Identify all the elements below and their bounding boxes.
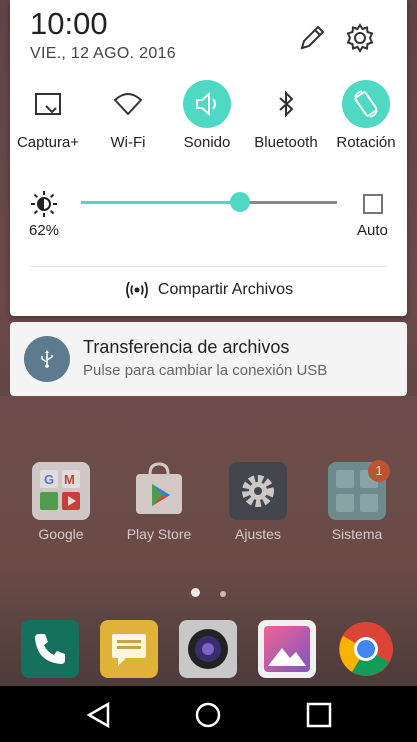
tile-label: Captura+ [16, 134, 80, 151]
messages-icon[interactable] [100, 620, 158, 678]
tile-rotacion[interactable]: Rotación [326, 80, 406, 151]
brightness-slider[interactable] [81, 192, 337, 212]
app-label: Play Store [126, 526, 192, 542]
tile-label: Rotación [336, 134, 396, 151]
app-label: Sistema [331, 526, 383, 542]
usb-notification[interactable]: Transferencia de archivos Pulse para cam… [10, 322, 407, 396]
gallery-icon[interactable] [258, 620, 316, 678]
share-files-button[interactable]: Compartir Archivos [10, 280, 407, 300]
bluetooth-icon [262, 80, 310, 128]
page-indicator [0, 584, 417, 602]
wifi-icon [104, 80, 152, 128]
notification-title: Transferencia de archivos [83, 337, 290, 357]
settings-app-icon [229, 462, 287, 520]
notification-text: Pulse para cambiar la conexión USB [83, 362, 328, 379]
tile-sonido[interactable]: Sonido [167, 80, 247, 151]
tile-label: Sonido [183, 134, 231, 151]
svg-text:G: G [44, 472, 54, 487]
divider [30, 266, 387, 267]
recents-button[interactable] [304, 700, 334, 730]
date-label: VIE., 12 AGO. 2016 [30, 45, 176, 62]
rotation-icon [342, 80, 390, 128]
share-files-label: Compartir Archivos [157, 281, 294, 299]
quick-settings-panel: 10:00 VIE., 12 AGO. 2016 Captura+ Wi-Fi … [10, 0, 407, 316]
tile-captura[interactable]: Captura+ [8, 80, 88, 151]
auto-brightness-checkbox[interactable] [363, 194, 383, 214]
app-ajustes[interactable]: Ajustes [218, 462, 298, 542]
edit-icon[interactable] [296, 22, 328, 54]
app-play-store[interactable]: Play Store [119, 462, 199, 542]
camera-icon[interactable] [179, 620, 237, 678]
svg-text:M: M [64, 472, 75, 487]
app-label: Ajustes [235, 526, 281, 542]
system-folder-icon: 1 [328, 460, 390, 520]
tile-wifi[interactable]: Wi-Fi [88, 80, 168, 151]
app-label: Google [38, 526, 84, 542]
gear-icon[interactable] [344, 22, 376, 54]
auto-brightness-label: Auto [357, 222, 388, 239]
brightness-icon [30, 190, 58, 223]
brightness-slider-thumb[interactable] [229, 192, 250, 212]
play-store-icon [130, 462, 188, 520]
navigation-bar [0, 686, 417, 742]
brightness-percent: 62% [29, 222, 60, 239]
tile-label: Bluetooth [254, 134, 318, 151]
usb-icon [24, 336, 70, 382]
wireless-share-icon [126, 281, 148, 299]
app-google[interactable]: G M Google [21, 462, 101, 542]
capture-plus-icon [24, 80, 72, 128]
page-dot [220, 591, 226, 597]
home-button[interactable] [193, 700, 223, 730]
clock-time: 10:00 [30, 6, 108, 41]
brightness-slider-fill [81, 201, 240, 204]
tile-bluetooth[interactable]: Bluetooth [246, 80, 326, 151]
chrome-icon[interactable] [337, 620, 395, 678]
back-button[interactable] [84, 700, 114, 730]
phone-icon[interactable] [21, 620, 79, 678]
notification-badge: 1 [368, 460, 390, 482]
app-sistema[interactable]: 1 Sistema [317, 460, 397, 542]
google-folder-icon: G M [32, 462, 90, 520]
page-dot-active [191, 588, 200, 597]
tile-label: Wi-Fi [110, 134, 146, 151]
sound-icon [183, 80, 231, 128]
